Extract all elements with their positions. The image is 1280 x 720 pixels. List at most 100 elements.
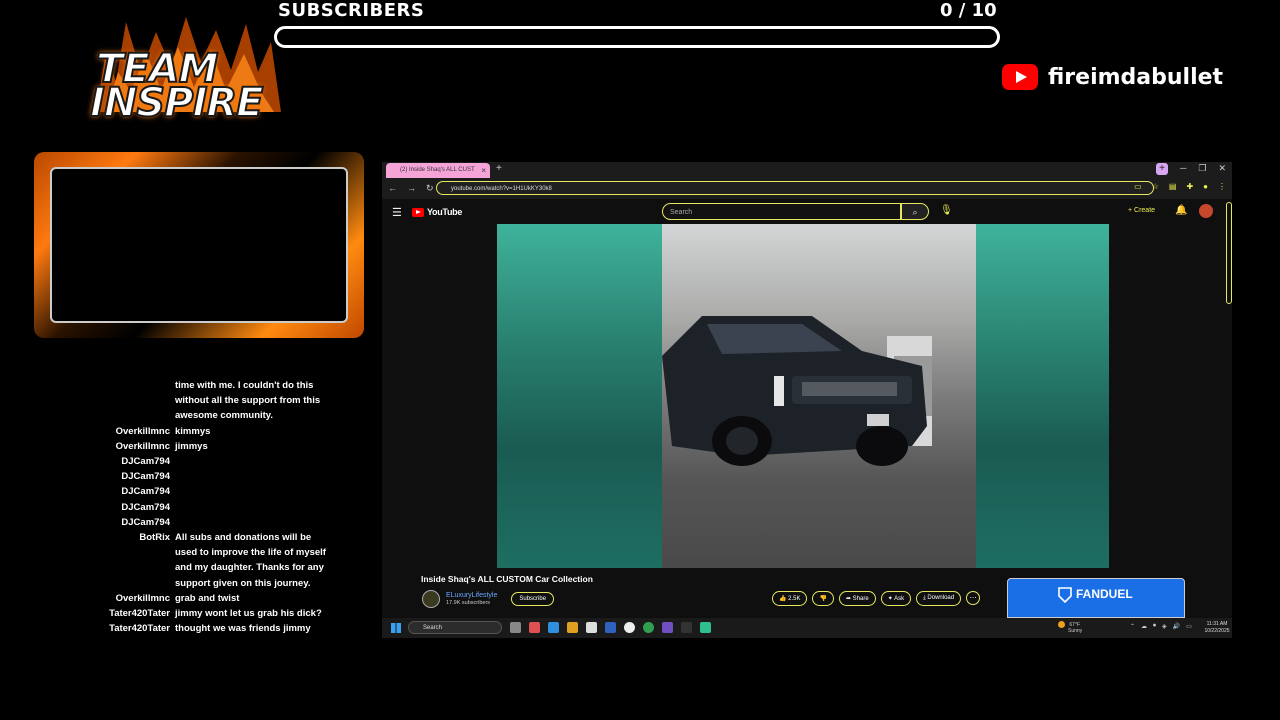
menu-kebab-icon[interactable]: ⋮: [1218, 182, 1226, 191]
browser-window: (2) Inside Shaq's ALL CUST × + + ─ ❐ ✕ ←…: [382, 162, 1232, 638]
download-button[interactable]: ⤓ Download: [916, 591, 962, 606]
close-icon[interactable]: ✕: [1218, 163, 1226, 175]
profile-icon[interactable]: ●: [1203, 182, 1208, 191]
chat-username: DJCam794: [121, 456, 170, 468]
restore-icon[interactable]: ❐: [1198, 163, 1206, 175]
like-button[interactable]: 👍 2.5K: [772, 591, 808, 606]
chat-text: [175, 469, 335, 484]
tab-bar: (2) Inside Shaq's ALL CUST × + + ─ ❐ ✕: [382, 162, 1232, 179]
store-icon[interactable]: [586, 622, 597, 633]
microphone-icon[interactable]: 🎙: [940, 205, 953, 216]
chat-message: Tater420Tater thought we was friends jimm…: [60, 621, 390, 636]
subscribers-label: SUBSCRIBERS: [278, 0, 425, 21]
taskbar-clock[interactable]: 11:31 AM 10/22/2025: [1202, 621, 1232, 634]
weather-temp: 67°F: [1069, 621, 1081, 628]
extensions-icon[interactable]: ✚: [1186, 182, 1193, 191]
subscribe-button[interactable]: Subscribe: [511, 592, 555, 606]
video-blur-left: [497, 224, 662, 568]
system-tray: ⌃ ☁ ⏺ ◈ 🔊 ▭: [1130, 623, 1192, 630]
share-icon: ➦: [845, 596, 853, 602]
subscribers-count: 0 / 10: [940, 0, 997, 21]
discord-icon[interactable]: [662, 622, 673, 633]
like-count: 2.5K: [788, 596, 801, 602]
dislike-button[interactable]: 👎: [812, 591, 834, 606]
create-button[interactable]: + Create: [1128, 207, 1155, 214]
taskbar-search-input[interactable]: Search: [408, 621, 502, 634]
extension-icon[interactable]: +: [1155, 163, 1168, 175]
chat-message: time with me. I couldn't do this without…: [60, 378, 390, 424]
browser-toolbar-icons: ▭ ☆ ▤ ✚ ● ⋮: [1134, 182, 1226, 191]
cast-icon[interactable]: ▭: [1134, 182, 1142, 191]
network-icon[interactable]: ◈: [1162, 623, 1167, 630]
cloud-icon[interactable]: ☁: [1141, 623, 1147, 630]
chat-message: Tater420Tater jimmy wont let us grab his …: [60, 606, 390, 621]
chat-text: time with me. I couldn't do this without…: [175, 380, 321, 422]
channel-name-link[interactable]: ELuxuryLifestyle: [446, 592, 497, 600]
sidebar-icon[interactable]: ▤: [1169, 182, 1177, 191]
youtube-home-link[interactable]: YouTube: [412, 207, 462, 217]
reload-icon[interactable]: ↻: [426, 183, 434, 194]
obs-icon[interactable]: [681, 622, 692, 633]
chat-text: grab and twist: [175, 592, 240, 604]
edge-icon[interactable]: [548, 622, 559, 633]
chrome-icon[interactable]: [643, 622, 654, 633]
subscribers-progress-bar: [274, 26, 1000, 48]
weather-widget[interactable]: 67°F Sunny: [1058, 621, 1082, 634]
back-icon[interactable]: ←: [388, 183, 397, 194]
more-options-icon[interactable]: ⋯: [966, 591, 981, 605]
chat-username: Overkillmnc: [115, 440, 170, 452]
chat-username: DJCam794: [121, 486, 170, 498]
tab-youtube[interactable]: (2) Inside Shaq's ALL CUST ×: [386, 163, 490, 178]
logo-line-2: INSPIRE: [89, 80, 264, 126]
chat-text: thought we was friends jimmy: [175, 623, 311, 635]
task-view-icon[interactable]: [510, 622, 521, 633]
scrollbar[interactable]: [1226, 202, 1232, 304]
ask-button[interactable]: ✦ Ask: [880, 591, 912, 606]
chat-text: [175, 484, 335, 499]
chat-username: Tater420Tater: [109, 623, 170, 635]
search-icon[interactable]: ⌕: [901, 203, 929, 220]
chat-text: jimmy wont let us grab his dick?: [175, 608, 322, 620]
account-avatar[interactable]: [1199, 204, 1213, 218]
chat-message: Overkillmnc grab and twist: [60, 591, 390, 606]
chat-text: [175, 515, 335, 530]
battery-icon[interactable]: ▭: [1186, 623, 1192, 630]
chat-text: kimmys: [175, 425, 211, 437]
channel-subscribers: 17.9K subscribers: [446, 599, 491, 606]
xbox-icon[interactable]: [624, 622, 635, 633]
clock-date: 10/22/2025: [1204, 627, 1230, 634]
windows-start-icon[interactable]: [391, 623, 401, 633]
fanduel-shield-icon: [1058, 587, 1072, 603]
chat-panel: time with me. I couldn't do this without…: [60, 378, 390, 636]
channel-avatar[interactable]: [422, 590, 440, 608]
notifications-icon[interactable]: 🔔: [1175, 205, 1187, 216]
file-explorer-icon[interactable]: [567, 622, 578, 633]
app-icon[interactable]: [529, 622, 540, 633]
youtube-search-input[interactable]: Search: [662, 203, 901, 220]
chat-message: Overkillmnc kimmys: [60, 424, 390, 439]
new-tab-button[interactable]: +: [496, 163, 502, 174]
chat-text: [175, 454, 335, 469]
channel-row: ELuxuryLifestyle 17.9K subscribers Subsc…: [422, 590, 555, 608]
video-blur-right: [976, 224, 1109, 568]
video-actions: 👍 2.5K 👎 ➦ Share ✦ Ask ⤓ Download ⋯: [772, 591, 981, 606]
mic-tray-icon[interactable]: ⏺: [1153, 623, 1156, 630]
channel-name: fireimdabullet: [1048, 64, 1224, 90]
chat-username: DJCam794: [121, 501, 170, 513]
url-input[interactable]: youtube.com/watch?v=1H1UkKY30k8: [436, 181, 1154, 195]
bookmark-star-icon[interactable]: ☆: [1152, 182, 1159, 191]
streamlabs-icon[interactable]: [700, 622, 711, 633]
share-label: Share: [852, 596, 869, 602]
outlook-icon[interactable]: [605, 622, 616, 633]
forward-icon[interactable]: →: [407, 183, 416, 194]
video-player[interactable]: [497, 224, 1109, 568]
fanduel-ad[interactable]: FANDUEL: [1007, 578, 1185, 618]
chat-message: DJCam794: [60, 469, 390, 484]
volume-icon[interactable]: 🔊: [1173, 623, 1180, 630]
minimize-icon[interactable]: ─: [1180, 163, 1186, 175]
share-button[interactable]: ➦ Share: [838, 591, 876, 606]
tray-chevron-icon[interactable]: ⌃: [1130, 623, 1135, 630]
hamburger-menu-icon[interactable]: ☰: [392, 206, 402, 219]
tab-close-icon[interactable]: ×: [481, 163, 486, 178]
channel-label: fireimdabullet: [1002, 64, 1223, 90]
